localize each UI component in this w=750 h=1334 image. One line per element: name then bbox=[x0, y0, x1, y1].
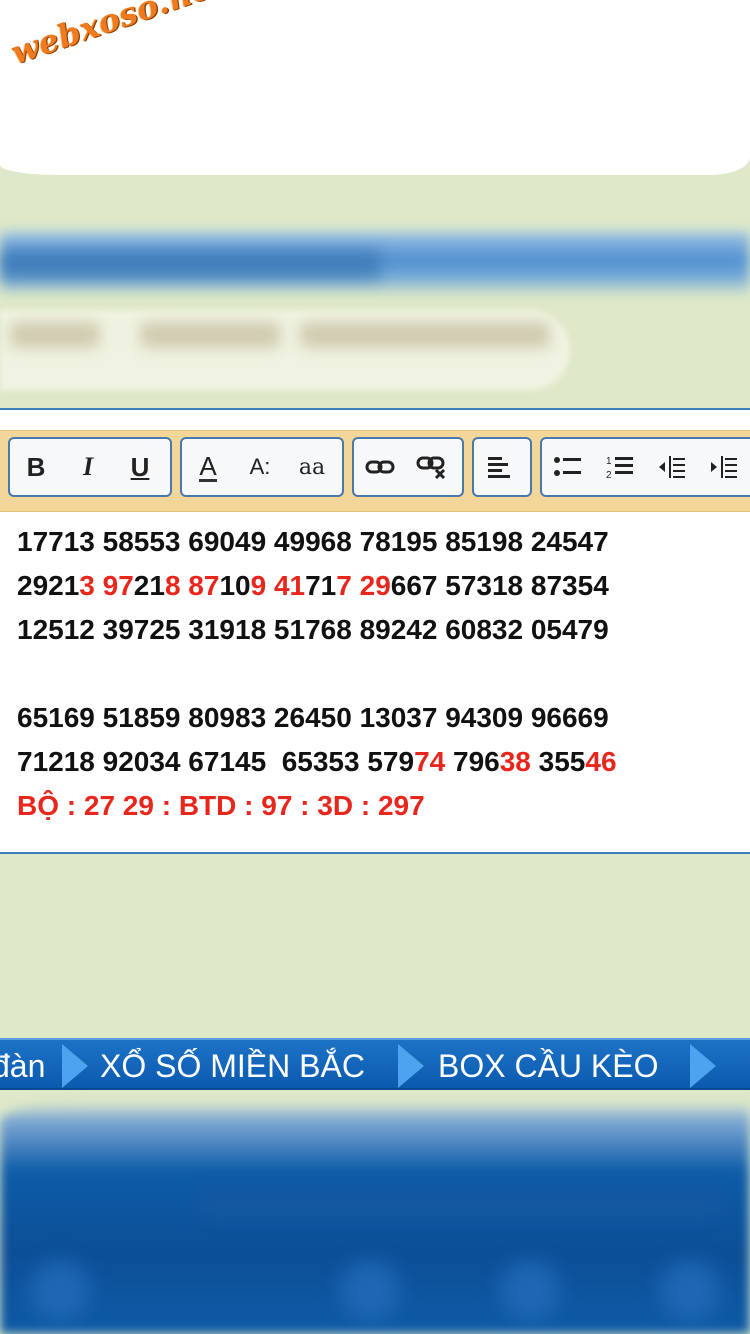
highlighted-number: 9 41 bbox=[250, 570, 306, 601]
number-text: 65169 51859 80983 26450 13037 94309 9666… bbox=[17, 702, 609, 733]
nav-bar: đàn XỔ SỐ MIỀN BẮC BOX CẦU KÈO bbox=[0, 1038, 750, 1090]
nav-item-box-cau-keo[interactable]: BOX CẦU KÈO bbox=[438, 1040, 659, 1088]
bulleted-list-icon bbox=[554, 457, 581, 476]
highlighted-number: BỘ : 27 29 : BTD : 97 : 3D : 297 bbox=[17, 790, 425, 821]
blurred-header-shade bbox=[0, 250, 380, 280]
italic-button[interactable]: I bbox=[62, 441, 114, 493]
outdent-button[interactable] bbox=[646, 441, 698, 493]
number-text: 10 bbox=[219, 570, 251, 601]
numbered-list-icon: 1 2 bbox=[606, 456, 633, 480]
content-line: 29213 97218 87109 41717 29667 57318 8735… bbox=[17, 564, 737, 608]
unlink-icon bbox=[416, 456, 446, 480]
nav-separator-arrow bbox=[398, 1044, 424, 1088]
font-size-icon: A: bbox=[249, 454, 271, 479]
outdent-icon bbox=[659, 456, 685, 478]
toolbar-group-format: B I U bbox=[8, 437, 172, 497]
editor-border-bottom bbox=[0, 852, 750, 854]
blurred-footer-icon bbox=[660, 1260, 720, 1320]
indent-button[interactable] bbox=[698, 441, 750, 493]
highlighted-number: 3 97 bbox=[79, 570, 134, 601]
rich-text-editor[interactable]: B I U A A: aa 1 2 17713 58553 69049 4996… bbox=[0, 410, 750, 854]
editor-toolbar: B I U A A: aa 1 2 bbox=[0, 430, 750, 512]
svg-text:1: 1 bbox=[606, 456, 612, 467]
highlighted-number: 38 bbox=[499, 746, 531, 777]
toolbar-group-list: 1 2 bbox=[540, 437, 750, 497]
blurred-text-block bbox=[140, 322, 280, 348]
number-text: 21 bbox=[133, 570, 165, 601]
link-icon bbox=[365, 460, 395, 474]
number-text: 2921 bbox=[17, 570, 80, 601]
number-text: 667 57318 87354 bbox=[390, 570, 609, 601]
bold-button[interactable]: B bbox=[10, 441, 62, 493]
number-text: 71 bbox=[305, 570, 337, 601]
content-line: 12512 39725 31918 51768 89242 60832 0547… bbox=[17, 608, 737, 652]
underline-icon: U bbox=[130, 451, 150, 482]
highlighted-number: 8 87 bbox=[164, 570, 220, 601]
blurred-text-block bbox=[300, 322, 550, 348]
underline-button[interactable]: U bbox=[114, 441, 166, 493]
blurred-footer-text bbox=[200, 1190, 720, 1218]
blurred-footer-icon bbox=[340, 1260, 400, 1320]
font-family-icon: aa bbox=[298, 454, 326, 480]
content-line: BỘ : 27 29 : BTD : 97 : 3D : 297 bbox=[17, 784, 737, 828]
nav-item-forum[interactable]: đàn bbox=[0, 1040, 45, 1088]
remove-link-button[interactable] bbox=[406, 441, 458, 493]
toolbar-group-font: A A: aa bbox=[180, 437, 344, 497]
svg-text:2: 2 bbox=[606, 470, 612, 480]
font-color-button[interactable]: A bbox=[182, 441, 234, 493]
blurred-text-block bbox=[10, 322, 100, 348]
number-text: 355 bbox=[530, 746, 586, 777]
align-left-button[interactable] bbox=[474, 441, 526, 493]
number-text: 796 bbox=[445, 746, 500, 777]
blurred-footer-icon bbox=[30, 1260, 90, 1320]
numbered-list-button[interactable]: 1 2 bbox=[594, 441, 646, 493]
nav-separator-arrow bbox=[690, 1044, 716, 1088]
editor-content[interactable]: 17713 58553 69049 49968 78195 85198 2454… bbox=[17, 520, 737, 828]
indent-icon bbox=[711, 456, 737, 478]
bold-icon: B bbox=[26, 451, 46, 482]
align-left-icon bbox=[488, 457, 510, 478]
content-line: 17713 58553 69049 49968 78195 85198 2454… bbox=[17, 520, 737, 564]
font-color-icon: A bbox=[199, 450, 217, 482]
number-text: 17713 58553 69049 49968 78195 85198 2454… bbox=[17, 526, 609, 557]
nav-item-xo-so-mien-bac[interactable]: XỔ SỐ MIỀN BẮC bbox=[100, 1040, 365, 1088]
italic-icon: I bbox=[82, 452, 94, 481]
highlighted-number: 74 bbox=[414, 746, 446, 777]
number-text: 71218 92034 67145 65353 579 bbox=[17, 746, 415, 777]
content-line bbox=[17, 652, 737, 696]
blurred-footer-icon bbox=[500, 1260, 560, 1320]
number-text: 12512 39725 31918 51768 89242 60832 0547… bbox=[17, 614, 609, 645]
toolbar-group-link bbox=[352, 437, 464, 497]
content-line: 65169 51859 80983 26450 13037 94309 9666… bbox=[17, 696, 737, 740]
nav-separator-arrow bbox=[62, 1044, 88, 1088]
highlighted-number: 46 bbox=[585, 746, 617, 777]
font-size-button[interactable]: A: bbox=[234, 441, 286, 493]
bulleted-list-button[interactable] bbox=[542, 441, 594, 493]
highlighted-number: 7 29 bbox=[336, 570, 391, 601]
toolbar-group-align bbox=[472, 437, 532, 497]
insert-link-button[interactable] bbox=[354, 441, 406, 493]
font-family-button[interactable]: aa bbox=[286, 441, 338, 493]
content-line: 71218 92034 67145 65353 57974 79638 3554… bbox=[17, 740, 737, 784]
